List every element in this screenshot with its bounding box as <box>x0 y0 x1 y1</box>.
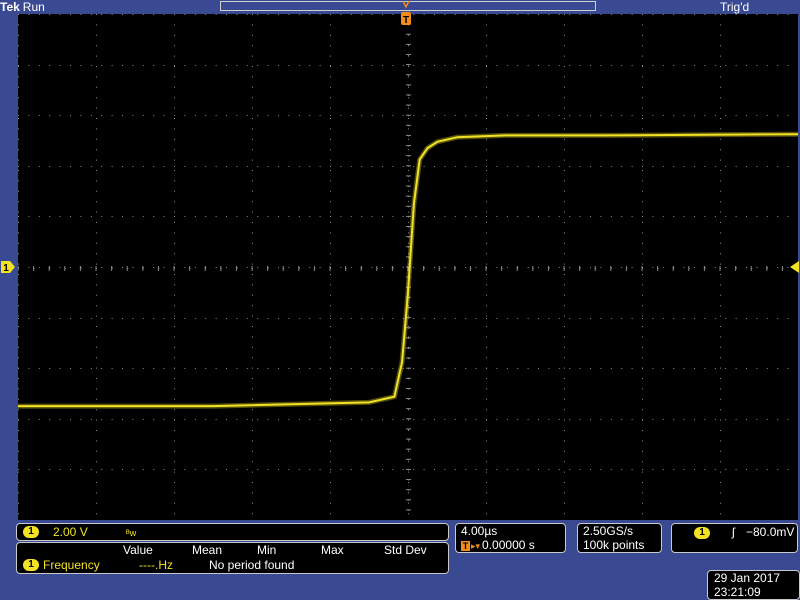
trigger-level-shape <box>790 261 799 273</box>
meas-header-max: Max <box>321 543 344 557</box>
measurement-name: Frequency <box>43 558 100 572</box>
channel1-badge: 1 <box>23 526 39 538</box>
time-per-div: 4.00µs <box>461 524 498 538</box>
waveform-glow <box>18 131 798 409</box>
trigger-state-label: Trig'd <box>720 0 750 14</box>
horizontal-position-value: 0.00000 s <box>482 538 535 552</box>
channel1-scale-readout[interactable]: 1 2.00 V ᴮw <box>16 523 449 541</box>
channel1-waveform <box>18 131 798 409</box>
run-state-label: Run <box>22 0 45 14</box>
time-label: 23:21:09 <box>714 585 761 599</box>
date-label: 29 Jan 2017 <box>714 571 781 585</box>
trigger-top-label: T <box>403 15 409 26</box>
record-length: 100k points <box>583 538 645 552</box>
trigger-expand-icon <box>402 0 410 9</box>
meas-header-mean: Mean <box>192 543 223 557</box>
acquisition-readout[interactable]: 2.50GS/s 100k points <box>577 523 662 553</box>
brand-label: Tek Run <box>0 0 45 14</box>
meas-header-value: Value <box>123 543 153 557</box>
rising-edge-icon: ʃ <box>732 525 735 539</box>
measurement-channel-badge: 1 <box>23 559 39 571</box>
measurement-status: No period found <box>209 558 295 572</box>
horizontal-position: T ▸▾ 0.00000 s <box>461 538 535 553</box>
horizontal-readout[interactable]: 4.00µs T ▸▾ 0.00000 s <box>455 523 566 553</box>
trigger-readout[interactable]: 1 ʃ −80.0mV <box>671 523 798 553</box>
trigger-level-value: −80.0mV <box>746 525 795 539</box>
meas-header-stddev: Std Dev <box>384 543 427 557</box>
trigger-position-icon[interactable]: T <box>400 0 412 28</box>
datetime-readout: 29 Jan 2017 23:21:09 <box>707 570 800 600</box>
channel1-volts-per-div: 2.00 V <box>53 525 88 539</box>
trigger-source-badge: 1 <box>694 527 710 539</box>
trigger-glyph-icon: T <box>461 540 470 551</box>
trigger-level-icon[interactable] <box>786 261 800 273</box>
measurement-value: ----.Hz <box>139 558 173 572</box>
meas-header-min: Min <box>257 543 277 557</box>
measurement-panel[interactable]: Value Mean Min Max Std Dev 1 Frequency -… <box>16 542 449 574</box>
sample-rate: 2.50GS/s <box>583 524 634 538</box>
channel1-ground-icon[interactable]: 1 <box>0 260 16 274</box>
channel1-marker-label: 1 <box>3 263 9 274</box>
bandwidth-limit-icon: ᴮw <box>126 528 137 538</box>
brand-name: Tek <box>0 0 20 14</box>
waveform-display[interactable] <box>18 14 798 520</box>
delay-arrows-icon: ▸▾ <box>471 541 481 551</box>
